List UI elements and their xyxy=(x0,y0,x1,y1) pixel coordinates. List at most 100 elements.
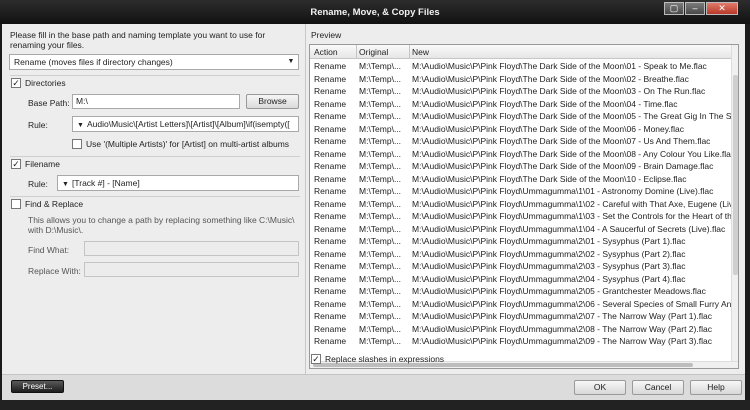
original-cell: M:\Temp\... xyxy=(359,136,402,146)
table-row[interactable]: Rename M:\Temp\... M:\Audio\Music\P\Pink F… xyxy=(310,248,736,261)
multi-artists-checkbox[interactable] xyxy=(72,139,82,149)
preset-button[interactable]: Preset... xyxy=(11,380,64,393)
table-row[interactable]: Rename M:\Temp\... M:\Audio\Music\P\Pink F… xyxy=(310,123,736,136)
original-cell: M:\Temp\... xyxy=(359,98,402,109)
mode-select[interactable]: Rename (moves files if directory changes… xyxy=(9,54,299,70)
action-cell: Rename xyxy=(314,111,347,121)
table-row[interactable]: Rename M:\Temp\... M:\Audio\Music\P\Pink F… xyxy=(310,273,736,286)
find-what-label: Find What: xyxy=(28,245,70,255)
replace-slashes-checkbox[interactable]: ✓ xyxy=(311,354,321,364)
original-cell: M:\Temp\... xyxy=(359,86,402,96)
dropdown-arrow-icon: ▼ xyxy=(62,181,69,188)
original-cell: M:\Temp\... xyxy=(359,323,402,334)
browse-button[interactable]: Browse xyxy=(246,94,299,109)
new-path-cell: M:\Audio\Music\P\Pink Floyd\The Dark Sid… xyxy=(412,148,734,159)
find-replace-checkbox[interactable] xyxy=(11,199,21,209)
original-cell: M:\Temp\... xyxy=(359,273,402,284)
find-replace-label: Find & Replace xyxy=(25,199,84,209)
replace-with-input[interactable] xyxy=(84,262,299,277)
divider xyxy=(10,196,300,197)
new-path-cell: M:\Audio\Music\P\Pink Floyd\The Dark Sid… xyxy=(412,136,711,146)
base-path-input[interactable]: M:\ xyxy=(72,94,240,109)
maximize-button[interactable]: ▢ xyxy=(664,2,684,15)
action-cell: Rename xyxy=(314,261,347,271)
divider xyxy=(10,156,300,157)
action-cell: Rename xyxy=(314,98,347,109)
directories-checkbox[interactable]: ✓ xyxy=(11,78,21,88)
table-row[interactable]: Rename M:\Temp\... M:\Audio\Music\P\Pink F… xyxy=(310,135,736,148)
new-path-cell: M:\Audio\Music\P\Pink Floyd\Ummagumma\2\… xyxy=(412,323,712,334)
table-row[interactable]: Rename M:\Temp\... M:\Audio\Music\P\Pink F… xyxy=(310,310,736,323)
new-path-cell: M:\Audio\Music\P\Pink Floyd\Ummagumma\2\… xyxy=(412,298,734,309)
new-path-cell: M:\Audio\Music\P\Pink Floyd\Ummagumma\1\… xyxy=(412,223,726,234)
action-cell: Rename xyxy=(314,148,347,159)
table-row[interactable]: Rename M:\Temp\... M:\Audio\Music\P\Pink F… xyxy=(310,185,736,198)
action-cell: Rename xyxy=(314,86,347,96)
table-row[interactable]: Rename M:\Temp\... M:\Audio\Music\P\Pink F… xyxy=(310,323,736,336)
column-header-original[interactable]: Original xyxy=(359,47,388,57)
table-row[interactable]: Rename M:\Temp\... M:\Audio\Music\P\Pink F… xyxy=(310,335,736,348)
divider xyxy=(10,75,300,76)
filename-rule-label: Rule: xyxy=(28,179,48,189)
table-row[interactable]: Rename M:\Temp\... M:\Audio\Music\P\Pink F… xyxy=(310,148,736,161)
scroll-thumb[interactable] xyxy=(733,75,738,275)
action-cell: Rename xyxy=(314,123,347,134)
new-path-cell: M:\Audio\Music\P\Pink Floyd\The Dark Sid… xyxy=(412,98,678,109)
preview-table[interactable]: Action Original New Rename M:\Temp\... M:\… xyxy=(309,44,739,369)
cancel-button[interactable]: Cancel xyxy=(632,380,684,395)
table-row[interactable]: Rename M:\Temp\... M:\Audio\Music\P\Pink F… xyxy=(310,198,736,211)
new-path-cell: M:\Audio\Music\P\Pink Floyd\Ummagumma\1\… xyxy=(412,198,734,209)
table-row[interactable]: Rename M:\Temp\... M:\Audio\Music\P\Pink F… xyxy=(310,210,736,223)
close-button[interactable]: ✕ xyxy=(706,2,738,15)
table-row[interactable]: Rename M:\Temp\... M:\Audio\Music\P\Pink F… xyxy=(310,298,736,311)
table-row[interactable]: Rename M:\Temp\... M:\Audio\Music\P\Pink F… xyxy=(310,235,736,248)
replace-with-label: Replace With: xyxy=(28,266,81,276)
dir-rule-select[interactable]: ▼ Audio\Music\[Artist Letters]\[Artist]\[… xyxy=(72,116,299,132)
preview-header: Action Original New xyxy=(310,45,738,59)
table-row[interactable]: Rename M:\Temp\... M:\Audio\Music\P\Pink F… xyxy=(310,173,736,186)
original-cell: M:\Temp\... xyxy=(359,198,402,209)
minimize-button[interactable]: – xyxy=(685,2,705,15)
dir-rule-value: Audio\Music\[Artist Letters]\[Artist]\[A… xyxy=(87,119,290,129)
table-row[interactable]: Rename M:\Temp\... M:\Audio\Music\P\Pink F… xyxy=(310,73,736,86)
original-cell: M:\Temp\... xyxy=(359,123,402,134)
dropdown-arrow-icon: ▼ xyxy=(77,122,84,129)
title-bar: Rename, Move, & Copy Files ▢ – ✕ xyxy=(0,0,750,24)
column-header-new[interactable]: New xyxy=(412,47,429,57)
settings-panel: Please fill in the base path and naming … xyxy=(2,24,305,374)
help-button[interactable]: Help xyxy=(690,380,742,395)
filename-label: Filename xyxy=(25,159,60,169)
dir-rule-label: Rule: xyxy=(28,120,48,130)
action-cell: Rename xyxy=(314,248,347,259)
filename-rule-select[interactable]: ▼ [Track #] - [Name] xyxy=(57,175,299,191)
table-row[interactable]: Rename M:\Temp\... M:\Audio\Music\P\Pink F… xyxy=(310,98,736,111)
table-row[interactable]: Rename M:\Temp\... M:\Audio\Music\P\Pink F… xyxy=(310,223,736,236)
table-row[interactable]: Rename M:\Temp\... M:\Audio\Music\P\Pink F… xyxy=(310,60,736,73)
new-path-cell: M:\Audio\Music\P\Pink Floyd\The Dark Sid… xyxy=(412,161,714,171)
vertical-scrollbar[interactable] xyxy=(731,45,738,368)
table-row[interactable]: Rename M:\Temp\... M:\Audio\Music\P\Pink F… xyxy=(310,260,736,273)
table-row[interactable]: Rename M:\Temp\... M:\Audio\Music\P\Pink F… xyxy=(310,285,736,298)
action-cell: Rename xyxy=(314,286,347,296)
column-header-action[interactable]: Action xyxy=(314,47,338,57)
mode-select-value: Rename (moves files if directory changes… xyxy=(14,57,173,67)
table-row[interactable]: Rename M:\Temp\... M:\Audio\Music\P\Pink F… xyxy=(310,85,736,98)
action-cell: Rename xyxy=(314,311,347,321)
table-row[interactable]: Rename M:\Temp\... M:\Audio\Music\P\Pink F… xyxy=(310,110,736,123)
new-path-cell: M:\Audio\Music\P\Pink Floyd\Ummagumma\2\… xyxy=(412,248,686,259)
action-cell: Rename xyxy=(314,61,347,71)
ok-button[interactable]: OK xyxy=(574,380,626,395)
find-what-input[interactable] xyxy=(84,241,299,256)
original-cell: M:\Temp\... xyxy=(359,73,402,84)
replace-slashes-label: Replace slashes in expressions xyxy=(325,354,445,364)
panel-divider xyxy=(305,24,306,374)
action-cell: Rename xyxy=(314,211,347,221)
new-path-cell: M:\Audio\Music\P\Pink Floyd\The Dark Sid… xyxy=(412,123,684,134)
original-cell: M:\Temp\... xyxy=(359,111,402,121)
original-cell: M:\Temp\... xyxy=(359,61,402,71)
original-cell: M:\Temp\... xyxy=(359,148,402,159)
action-cell: Rename xyxy=(314,236,347,246)
filename-checkbox[interactable]: ✓ xyxy=(11,159,21,169)
table-row[interactable]: Rename M:\Temp\... M:\Audio\Music\P\Pink F… xyxy=(310,160,736,173)
original-cell: M:\Temp\... xyxy=(359,186,402,196)
